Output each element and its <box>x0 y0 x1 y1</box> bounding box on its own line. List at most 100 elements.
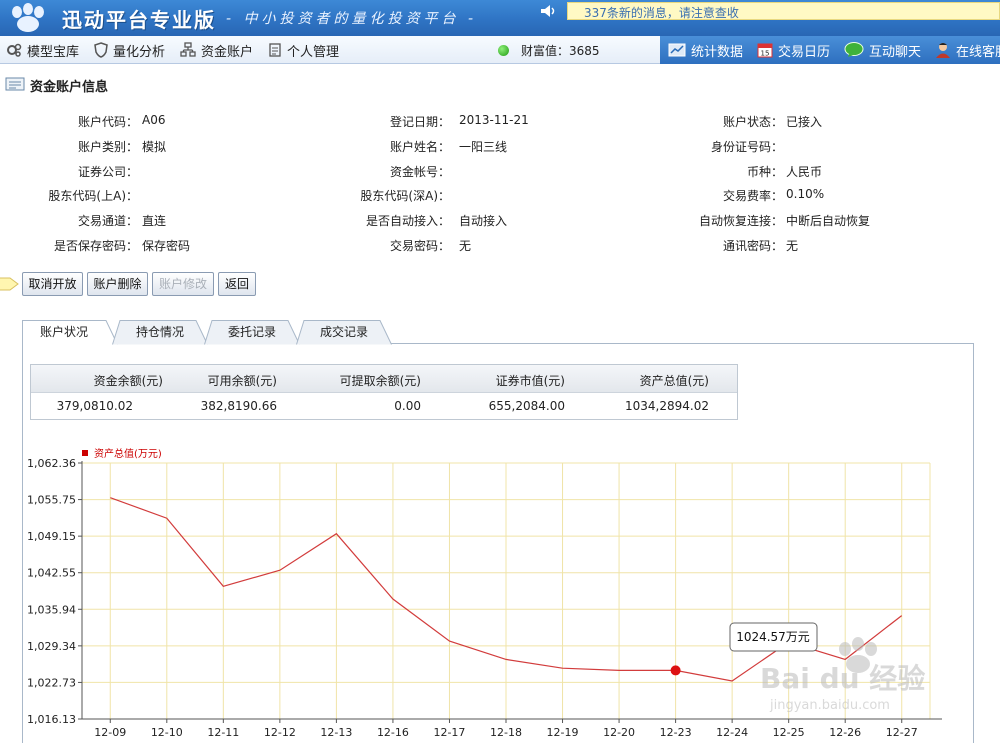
menu-bar: 模型宝库 量化分析 资金账户 个人管理 财富值：3685 统计数据 15 交易日… <box>0 36 1000 64</box>
stats-icon <box>668 43 686 57</box>
series-points <box>670 665 681 676</box>
x-tick-label: 12-17 <box>433 726 465 739</box>
x-tick-label: 12-24 <box>716 726 748 739</box>
cancel-open-button[interactable]: 取消开放 <box>22 272 83 296</box>
x-axis-ticks: 12-09 12-10 12-11 12-12 12-13 12-16 12-17 12-18… <box>94 719 918 739</box>
label-auto-reconnect: 自动恢复连接： <box>698 214 783 228</box>
section-title: 资金账户信息 <box>30 80 109 95</box>
y-tick-label: 1,022.73 <box>27 676 76 689</box>
menu-label: 量化分析 <box>113 44 166 60</box>
chat-icon <box>844 42 864 57</box>
menu-item-trade-calendar[interactable]: 15 交易日历 <box>749 36 836 64</box>
x-tick-label: 12-09 <box>94 726 126 739</box>
x-tick-label: 12-10 <box>151 726 183 739</box>
value-register-date: 2013-11-21 <box>459 113 529 127</box>
x-tick-label: 12-18 <box>490 726 522 739</box>
value-account-status: 已接入 <box>786 115 823 129</box>
menu-item-statistics[interactable]: 统计数据 <box>660 36 749 64</box>
svg-text:15: 15 <box>761 50 770 58</box>
news-bar[interactable]: 337条新的消息，请注意查收 <box>567 2 1000 20</box>
chart-tooltip: 1024.57万元 <box>729 622 818 652</box>
tab-label: 委托记录 <box>227 325 276 339</box>
x-tick-label: 12-11 <box>207 726 239 739</box>
asset-line-chart: 1,062.36 1,055.75 1,049.15 1,042.55 1,035.94… <box>27 447 942 739</box>
status-dot-icon <box>498 44 509 56</box>
news-message[interactable]: 337条新的消息，请注意查收 <box>584 4 739 21</box>
speaker-icon[interactable] <box>540 4 558 18</box>
y-tick-label: 1,049.15 <box>27 530 76 543</box>
tab-account-status[interactable]: 账户状况 <box>22 320 118 345</box>
tab-holdings[interactable]: 持仓情况 <box>112 320 208 345</box>
x-tick-label: 12-26 <box>829 726 861 739</box>
header-securities-value: 证券市值(元) <box>495 374 565 388</box>
delete-account-button[interactable]: 账户删除 <box>87 272 148 296</box>
value-currency: 人民币 <box>786 165 823 179</box>
app-title: 迅动平台专业版 <box>62 8 216 32</box>
y-tick-label: 1,042.55 <box>27 567 76 580</box>
menu-item-model-library[interactable]: 模型宝库 <box>0 36 88 64</box>
label-account-name: 账户姓名： <box>389 140 450 154</box>
label-securities-company: 证券公司： <box>77 165 138 179</box>
pointer-arrow-icon <box>0 277 19 291</box>
x-tick-label: 12-25 <box>773 726 805 739</box>
value-trade-channel: 直连 <box>142 214 167 228</box>
y-tick-label: 1,029.34 <box>27 640 76 653</box>
y-tick-label: 1,062.36 <box>27 457 76 470</box>
header-total-assets: 资产总值(元) <box>639 374 709 388</box>
menu-item-quant-analysis[interactable]: 量化分析 <box>88 36 174 64</box>
shield-icon <box>94 42 108 58</box>
wealth-value: 财富值：3685 <box>521 43 600 58</box>
wealth-indicator: 财富值：3685 <box>498 36 600 64</box>
quick-menu: 统计数据 15 交易日历 互动聊天 在线客服 <box>660 36 1000 64</box>
label-trade-password: 交易密码： <box>389 239 450 253</box>
paw-logo-icon <box>12 3 44 32</box>
label-shareholder-sh: 股东代码(上A)： <box>48 189 138 203</box>
value-securities-value: 655,2084.00 <box>488 399 565 413</box>
label-trade-channel: 交易通道： <box>77 214 138 228</box>
legend-label: 资产总值(万元) <box>94 447 162 460</box>
account-info-icon <box>5 77 25 91</box>
label-id-number: 身份证号码： <box>710 140 783 154</box>
value-cash-balance: 379,0810.02 <box>56 399 133 413</box>
value-available-balance: 382,8190.66 <box>200 399 277 413</box>
app-header: 迅动平台专业版 - 中小投资者的量化投资平台 - 337条新的消息，请注意查收 <box>0 0 1000 36</box>
menu-item-interactive-chat[interactable]: 互动聊天 <box>836 36 927 64</box>
label-account-status: 账户状态： <box>722 115 783 129</box>
label-account-code: 账户代码： <box>77 115 138 129</box>
value-trade-fee-rate: 0.10% <box>786 187 825 201</box>
back-button[interactable]: 返回 <box>218 272 256 296</box>
value-total-assets: 1034,2894.02 <box>625 399 709 413</box>
gear-icon <box>7 43 22 57</box>
x-tick-label: 12-13 <box>320 726 352 739</box>
tab-orders[interactable]: 委托记录 <box>204 320 300 345</box>
watermark-brand: Bai du 经验 <box>760 662 925 695</box>
value-auto-connect: 自动接入 <box>459 214 508 228</box>
menu-item-fund-account[interactable]: 资金账户 <box>174 36 262 64</box>
modify-account-button[interactable]: 账户修改 <box>152 272 214 296</box>
label-account-type: 账户类别： <box>77 140 138 154</box>
value-account-code: A06 <box>142 113 166 127</box>
main-menu: 模型宝库 量化分析 资金账户 个人管理 <box>0 36 348 64</box>
menu-item-personal-management[interactable]: 个人管理 <box>262 36 348 64</box>
tab-label: 成交记录 <box>319 325 368 339</box>
label-save-password: 是否保存密码： <box>53 239 138 253</box>
label-auto-connect: 是否自动接入： <box>365 214 450 228</box>
header-available-balance: 可用余额(元) <box>207 374 277 388</box>
menu-label: 资金账户 <box>201 44 254 60</box>
label-currency: 币种： <box>746 165 783 179</box>
app-slogan: - 中小投资者的量化投资平台 - <box>226 11 478 27</box>
value-account-name: 一阳三线 <box>459 140 508 154</box>
person-icon <box>936 43 951 58</box>
section-header: 资金账户信息 <box>0 64 1000 104</box>
label-fund-account: 资金帐号： <box>389 165 450 179</box>
value-comm-password: 无 <box>786 239 799 253</box>
menu-label: 在线客服 <box>956 44 1000 60</box>
header-withdrawable-balance: 可提取余额(元) <box>339 374 421 388</box>
tab-deals[interactable]: 成交记录 <box>296 320 392 345</box>
data-point-highlight[interactable] <box>670 665 681 676</box>
menu-item-online-support[interactable]: 在线客服 <box>927 36 1000 64</box>
menu-label: 统计数据 <box>691 44 744 60</box>
label-comm-password: 通讯密码： <box>722 239 783 253</box>
tooltip-value: 1024.57万元 <box>736 630 810 644</box>
label-register-date: 登记日期： <box>389 115 450 129</box>
